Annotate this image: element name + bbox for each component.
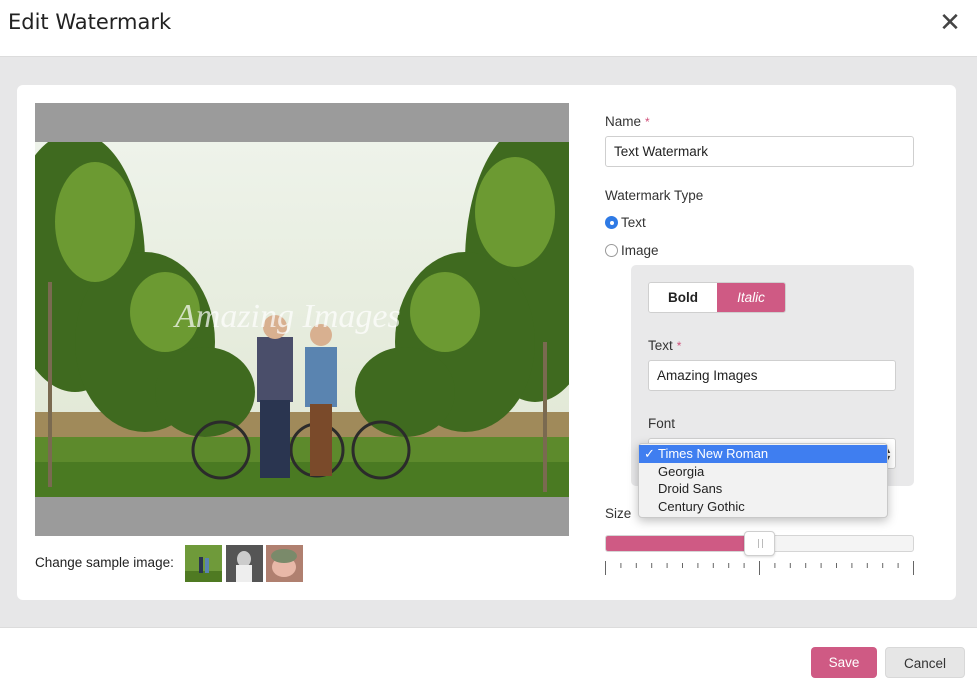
close-icon[interactable]: ✕ — [936, 8, 964, 36]
change-sample-label: Change sample image: — [35, 555, 174, 570]
font-option-label: Georgia — [658, 463, 705, 479]
editor-card: Amazing Images Change sample image: Name… — [17, 85, 956, 600]
type-option-text-label: Text — [621, 215, 646, 230]
dialog-body: Amazing Images Change sample image: Name… — [0, 57, 977, 628]
font-option-label: Century Gothic — [658, 498, 745, 514]
watermark-overlay-text: Amazing Images — [175, 298, 401, 335]
thumbnail-bride-image — [226, 545, 263, 582]
thumbnail-bride[interactable] — [226, 545, 263, 582]
required-marker: * — [676, 339, 682, 353]
name-label-text: Name — [605, 114, 642, 129]
checkmark-icon: ✓ — [644, 446, 655, 461]
font-option-label: Times New Roman — [658, 446, 769, 461]
cancel-button[interactable]: Cancel — [885, 647, 965, 678]
size-slider-fill — [606, 536, 760, 551]
size-field-label: Size — [605, 506, 632, 521]
name-field-label: Name * — [605, 114, 650, 129]
dialog-header: Edit Watermark ✕ — [0, 0, 977, 57]
watermark-preview: Amazing Images — [35, 103, 569, 536]
required-marker: * — [645, 115, 650, 129]
bold-button[interactable]: Bold — [649, 283, 717, 312]
font-style-toggle: Bold Italic — [648, 282, 786, 313]
size-slider-ticks — [605, 561, 914, 575]
edit-watermark-dialog: Edit Watermark ✕ Amazing Images Change s… — [0, 0, 977, 685]
text-label-text: Text — [648, 338, 673, 353]
size-slider-handle[interactable] — [744, 531, 775, 556]
watermark-text-input[interactable] — [648, 360, 896, 391]
dialog-title: Edit Watermark — [8, 10, 172, 34]
type-option-image[interactable]: Image — [605, 243, 659, 258]
save-button[interactable]: Save — [811, 647, 877, 678]
watermark-type-label: Watermark Type — [605, 188, 704, 203]
size-slider[interactable] — [605, 531, 914, 556]
thumbnail-baby[interactable] — [266, 545, 303, 582]
font-option[interactable]: ✓ Times New Roman — [639, 445, 887, 463]
text-field-label: Text * — [648, 338, 681, 353]
font-option[interactable]: Century Gothic — [639, 498, 887, 516]
name-input[interactable] — [605, 136, 914, 167]
radio-image[interactable] — [605, 244, 618, 257]
type-option-image-label: Image — [621, 243, 659, 258]
font-dropdown-list: ✓ Times New Roman Georgia Droid Sans Cen… — [638, 443, 888, 518]
font-field-label: Font — [648, 416, 676, 431]
type-option-text[interactable]: Text — [605, 215, 646, 230]
italic-button[interactable]: Italic — [717, 283, 785, 312]
thumbnail-baby-image — [266, 545, 303, 582]
sample-photo: Amazing Images — [35, 142, 569, 497]
font-option[interactable]: Georgia — [639, 463, 887, 481]
font-option[interactable]: Droid Sans — [639, 480, 887, 498]
font-option-label: Droid Sans — [658, 481, 723, 496]
radio-text[interactable] — [605, 216, 618, 229]
thumbnail-couple-image — [185, 545, 222, 582]
dialog-footer: Save Cancel — [0, 629, 977, 685]
thumbnail-couple[interactable] — [185, 545, 222, 582]
